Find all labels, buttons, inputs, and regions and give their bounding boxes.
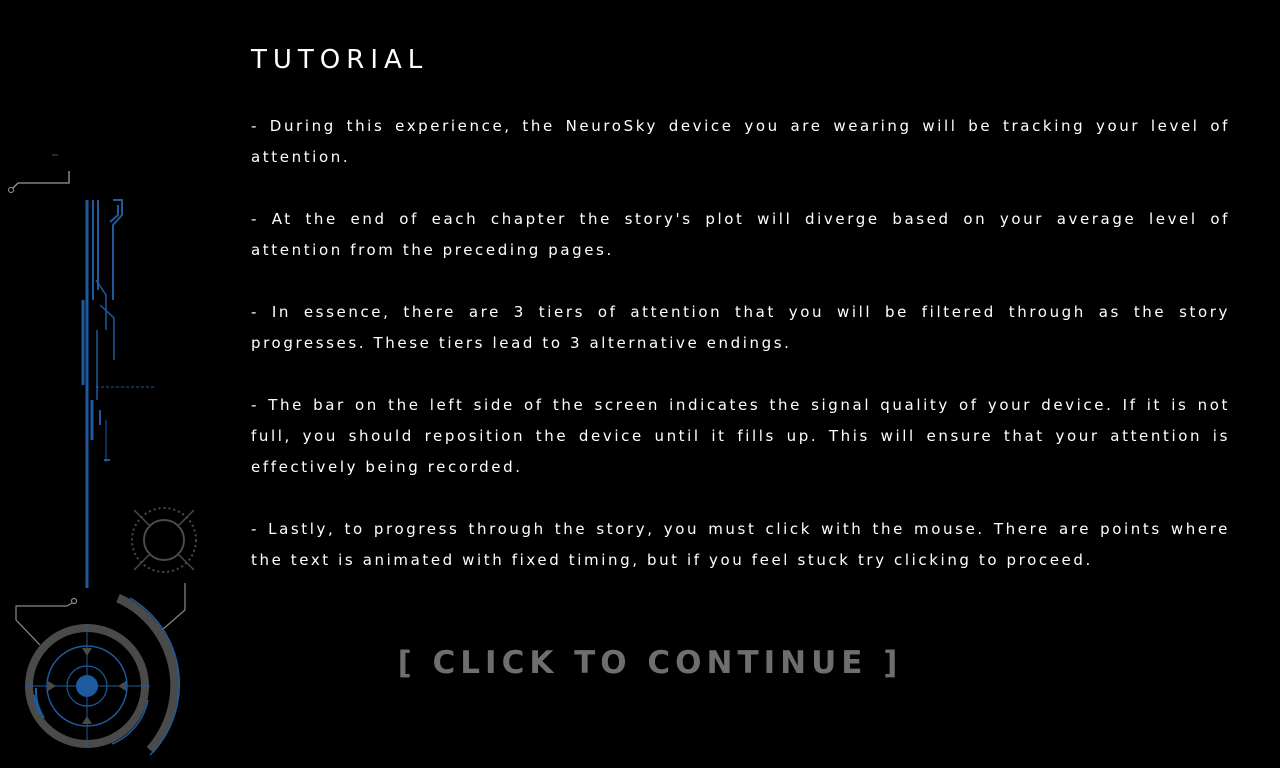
signal-quality-bar-icon [81, 199, 155, 588]
instruction-paragraph-3: - In essence, there are 3 tiers of atten… [251, 303, 1230, 352]
tutorial-screen[interactable]: TUTORIAL - During this experience, the N… [0, 0, 1280, 768]
tutorial-panel: TUTORIAL - During this experience, the N… [251, 40, 1230, 607]
crosshair-dial-icon [131, 507, 197, 573]
click-to-continue-button[interactable]: [ CLICK TO CONTINUE ] [390, 640, 910, 686]
instruction-paragraph-4: - The bar on the left side of the screen… [251, 396, 1230, 476]
tutorial-instructions: - During this experience, the NeuroSky d… [251, 111, 1230, 576]
instruction-paragraph-5: - Lastly, to progress through the story,… [251, 520, 1230, 569]
tutorial-title: TUTORIAL [251, 45, 429, 75]
circuit-connector-icon [8, 154, 70, 193]
radar-gauge-icon [25, 593, 181, 756]
instruction-paragraph-1: - During this experience, the NeuroSky d… [251, 117, 1230, 166]
hud-decoration [8, 154, 197, 756]
instruction-paragraph-2: - At the end of each chapter the story's… [251, 210, 1230, 259]
